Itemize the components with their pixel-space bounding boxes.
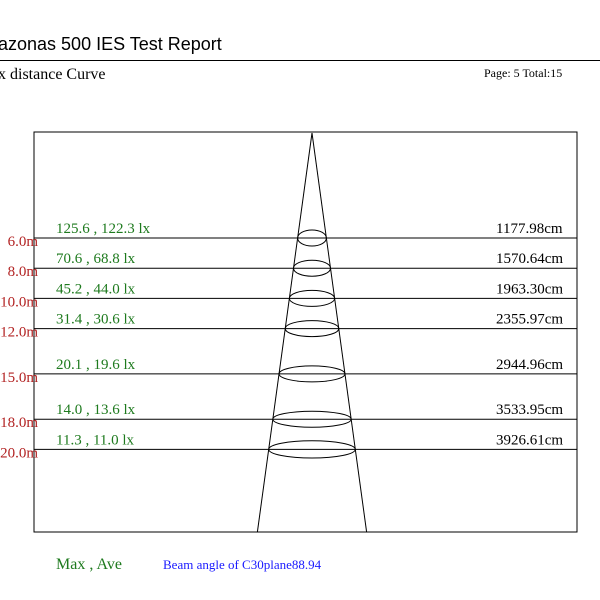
lux-label: 11.3 , 11.0 lx [56,432,135,448]
lux-label: 14.0 , 13.6 lx [56,402,136,418]
beam-distance-diagram: 125.6 , 122.3 lx 6.0m 1177.98cm 70.6 , 68.8… [0,131,578,533]
beam-cone-right-edge [311,132,368,533]
diameter-label: 2944.96cm [496,357,563,373]
lux-label: 20.1 , 19.6 lx [56,357,136,373]
beam-angle-text: Beam angle of C30plane88.94 [163,557,322,572]
distance-label: 6.0m [8,234,39,250]
distance-label: 12.0m [0,325,38,341]
distance-rows: 125.6 , 122.3 lx 6.0m 1177.98cm 70.6 , 68.8… [0,221,577,461]
diameter-label: 2355.97cm [496,312,563,328]
beam-cone-left-edge [256,132,313,533]
diameter-label: 3926.61cm [496,432,563,448]
chart-frame [33,131,578,533]
lux-label: 70.6 , 68.8 lx [56,251,136,267]
distance-label: 10.0m [0,294,38,310]
diameter-label: 3533.95cm [496,402,563,418]
max-ave-label: Max , Ave [56,556,122,573]
distance-label: 18.0m [0,415,38,431]
lux-label: 45.2 , 44.0 lx [56,281,136,297]
diameter-label: 1570.64cm [496,251,563,267]
diameter-label: 1177.98cm [496,221,563,237]
diameter-label: 1963.30cm [496,281,563,297]
lux-label: 31.4 , 30.6 lx [56,312,136,328]
distance-label: 20.0m [0,445,38,461]
distance-label: 8.0m [8,264,39,280]
distance-label: 15.0m [0,370,38,386]
lux-label: 125.6 , 122.3 lx [56,221,151,237]
